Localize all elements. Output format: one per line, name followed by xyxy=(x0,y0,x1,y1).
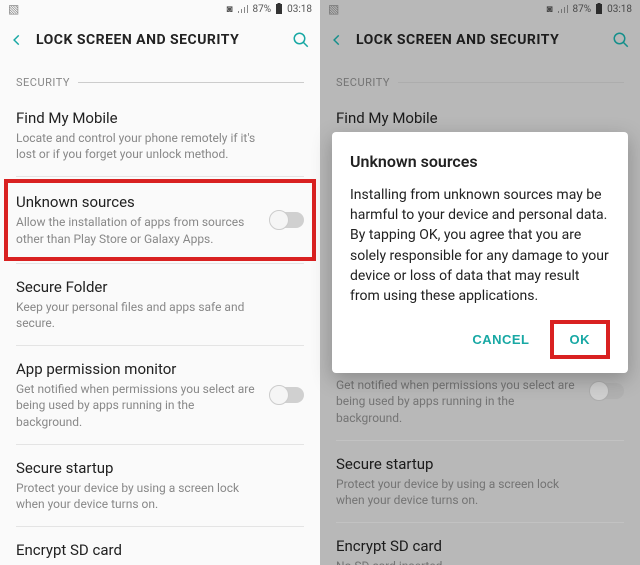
divider xyxy=(16,526,304,527)
section-header: SECURITY xyxy=(16,76,304,89)
item-title: App permission monitor xyxy=(16,360,304,378)
clock: 03:18 xyxy=(287,4,312,15)
page-title: LOCK SCREEN AND SECURITY xyxy=(36,32,280,48)
battery-icon xyxy=(275,3,283,15)
item-desc: Allow the installation of apps from sour… xyxy=(16,214,304,246)
divider xyxy=(16,444,304,445)
divider xyxy=(16,263,304,264)
battery-percent: 87% xyxy=(253,4,272,15)
dialog-unknown-sources: Unknown sources Installing from unknown … xyxy=(332,132,628,374)
item-secure-folder[interactable]: Secure Folder Keep your personal files a… xyxy=(16,266,304,343)
ok-button[interactable]: OK xyxy=(560,326,601,353)
power-saving-icon: ◙ xyxy=(226,4,232,15)
dialog-actions: CANCEL OK xyxy=(350,320,610,359)
item-title: Secure Folder xyxy=(16,278,304,296)
highlight-ok: OK xyxy=(550,320,611,359)
highlight-unknown-sources: Unknown sources Allow the installation o… xyxy=(4,179,316,260)
status-bar: ▧ ◙ 87% 03:18 xyxy=(0,0,320,18)
item-app-permission[interactable]: App permission monitor Get notified when… xyxy=(16,348,304,442)
item-desc: Keep your personal files and apps safe a… xyxy=(16,299,304,331)
item-title: Secure startup xyxy=(16,459,304,477)
dialog-title: Unknown sources xyxy=(350,152,610,171)
search-icon[interactable] xyxy=(292,31,310,49)
cancel-button[interactable]: CANCEL xyxy=(462,326,539,353)
item-desc: Get notified when permissions you select… xyxy=(16,381,304,430)
item-title: Find My Mobile xyxy=(16,109,304,127)
divider xyxy=(16,176,304,177)
back-icon[interactable] xyxy=(10,33,24,47)
item-encrypt-sd[interactable]: Encrypt SD card No SD card inserted xyxy=(16,529,304,565)
item-title: Encrypt SD card xyxy=(16,541,304,559)
phone-screen-left: ▧ ◙ 87% 03:18 LOCK SCREEN AND SECURITY S… xyxy=(0,0,320,565)
settings-list: SECURITY Find My Mobile Locate and contr… xyxy=(0,62,320,565)
toggle-app-permission[interactable] xyxy=(270,387,304,403)
item-title: Unknown sources xyxy=(16,193,304,211)
section-label: SECURITY xyxy=(16,76,70,89)
phone-screen-right: ▧ ◙ 87% 03:18 LOCK SCREEN AND SECURITY S… xyxy=(320,0,640,565)
item-secure-startup[interactable]: Secure startup Protect your device by us… xyxy=(16,447,304,524)
item-unknown-sources[interactable]: Unknown sources Allow the installation o… xyxy=(16,193,304,246)
toggle-unknown-sources[interactable] xyxy=(270,212,304,228)
item-desc: Locate and control your phone remotely i… xyxy=(16,130,304,162)
divider xyxy=(16,345,304,346)
app-header: LOCK SCREEN AND SECURITY xyxy=(0,18,320,62)
item-desc: Protect your device by using a screen lo… xyxy=(16,480,304,512)
section-divider xyxy=(78,82,304,83)
notification-icon: ▧ xyxy=(8,2,19,16)
signal-icon xyxy=(237,4,249,14)
dialog-overlay: Unknown sources Installing from unknown … xyxy=(320,0,640,565)
dialog-body: Installing from unknown sources may be h… xyxy=(350,185,610,307)
item-find-my-mobile[interactable]: Find My Mobile Locate and control your p… xyxy=(16,97,304,174)
